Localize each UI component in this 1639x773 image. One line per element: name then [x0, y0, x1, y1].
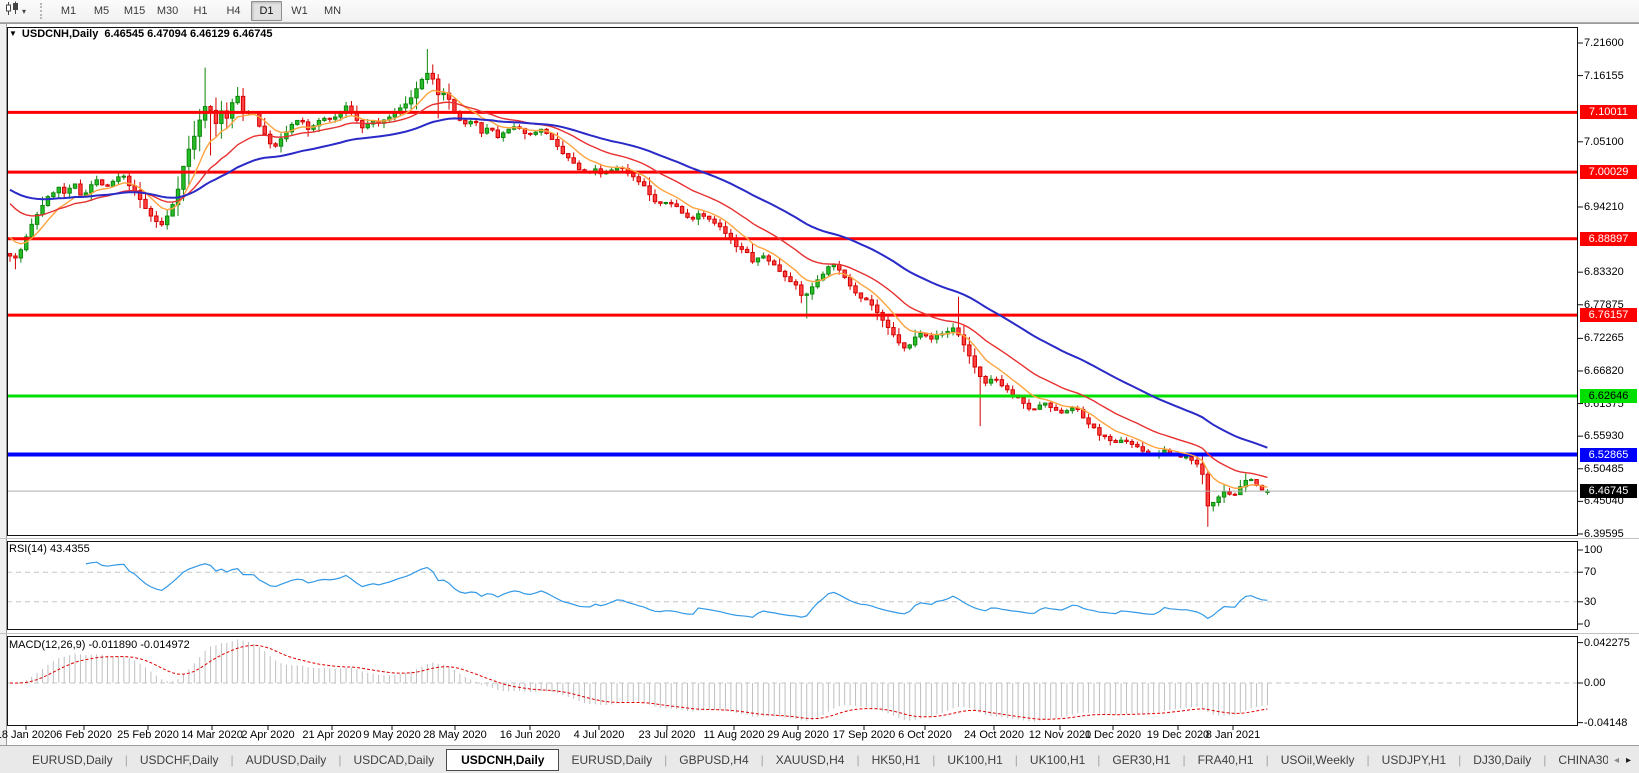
- chart-tab-uk100-h1[interactable]: UK100,H1: [1018, 749, 1097, 771]
- chart-type-button[interactable]: ▾: [3, 0, 28, 22]
- timeframe-button-mn[interactable]: MN: [317, 1, 348, 21]
- chart-tab-gbpusd-h4[interactable]: GBPUSD,H4: [667, 749, 760, 771]
- price-axis-tick: 6.72265: [1584, 332, 1624, 344]
- chart-tab-eurusd-daily[interactable]: EURUSD,Daily: [559, 749, 664, 771]
- timeframe-toolbar: ▾ M1M5M15M30H1H4D1W1MN: [0, 0, 1639, 23]
- rsi-axis-tick: 0: [1584, 618, 1590, 630]
- rsi-indicator-label: RSI(14) 43.4355: [9, 543, 90, 555]
- toolbar-grip[interactable]: [40, 3, 42, 19]
- price-axis-tick: 6.83320: [1584, 266, 1624, 278]
- chart-tab-usoil-weekly[interactable]: USOil,Weekly: [1269, 749, 1367, 771]
- rsi-axis-tick: 100: [1584, 544, 1602, 556]
- chart-tab-audusd-daily[interactable]: AUDUSD,Daily: [234, 749, 339, 771]
- timeframe-button-w1[interactable]: W1: [284, 1, 315, 21]
- tab-scroll-right-icon[interactable]: ▸: [1626, 755, 1631, 766]
- price-axis-tick: 7.05100: [1584, 136, 1624, 148]
- macd-indicator-label: MACD(12,26,9) -0.011890 -0.014972: [9, 639, 190, 651]
- tab-scroll-left-icon[interactable]: ◂: [1614, 755, 1619, 766]
- rsi-axis-tick: 30: [1584, 596, 1596, 608]
- chart-tab-hk50-h1[interactable]: HK50,H1: [860, 749, 933, 771]
- chart-tab-usdcnh-daily[interactable]: USDCNH,Daily: [446, 749, 559, 771]
- date-axis-label: 8 Jan 2021: [1183, 729, 1283, 741]
- price-axis-tick: 7.21600: [1584, 37, 1624, 49]
- chart-tab-fra40-h1[interactable]: FRA40,H1: [1186, 749, 1266, 771]
- macd-axis-tick: 0.00: [1584, 677, 1605, 689]
- price-axis-tick: 6.55930: [1584, 430, 1624, 442]
- chart-tab-xauusd-h4[interactable]: XAUUSD,H4: [764, 749, 857, 771]
- timeframe-button-m15[interactable]: M15: [119, 1, 150, 21]
- price-line-badge-7.10011: 7.10011: [1580, 105, 1637, 119]
- price-line-badge-6.62646: 6.62646: [1580, 389, 1637, 403]
- candlestick-chart-icon: [5, 1, 20, 21]
- panel-splitter-main-rsi[interactable]: [0, 536, 1639, 541]
- chart-title: ▼ USDCNH,Daily 6.46545 6.47094 6.46129 6.4…: [9, 28, 273, 40]
- chevron-down-icon: ▾: [22, 7, 26, 16]
- macd-axis-tick: 0.042275: [1584, 637, 1630, 649]
- chart-tabs-bar: EURUSD,Daily|USDCHF,Daily|AUDUSD,Daily|U…: [0, 745, 1639, 773]
- macd-axis-tick: -0.04148: [1584, 717, 1627, 729]
- chart-tab-eurusd-daily[interactable]: EURUSD,Daily: [20, 749, 125, 771]
- timeframe-button-d1[interactable]: D1: [251, 1, 282, 21]
- chart-ohlc-values: 6.46545 6.47094 6.46129 6.46745: [104, 28, 272, 40]
- timeframe-button-m30[interactable]: M30: [152, 1, 183, 21]
- tab-navigation: ◂ ▸: [1608, 747, 1637, 773]
- price-axis-tick: 6.94210: [1584, 201, 1624, 213]
- chart-tab-usdjpy-h1[interactable]: USDJPY,H1: [1370, 749, 1458, 771]
- timeframe-button-h4[interactable]: H4: [218, 1, 249, 21]
- timeframe-button-m1[interactable]: M1: [53, 1, 84, 21]
- timeframe-buttons: M1M5M15M30H1H4D1W1MN: [52, 1, 349, 21]
- chart-tab-uk100-h1[interactable]: UK100,H1: [935, 749, 1014, 771]
- price-line-badge-6.88897: 6.88897: [1580, 232, 1637, 246]
- timeframe-button-m5[interactable]: M5: [86, 1, 117, 21]
- price-line-badge-6.52865: 6.52865: [1580, 448, 1637, 462]
- price-axis-tick: 7.16155: [1584, 70, 1624, 82]
- panel-splitter-rsi-macd[interactable]: [0, 630, 1639, 635]
- price-axis-tick: 6.50485: [1584, 463, 1624, 475]
- chart-tab-usdchf-daily[interactable]: USDCHF,Daily: [128, 749, 231, 771]
- price-axis-tick: 6.66820: [1584, 365, 1624, 377]
- current-price-badge: 6.46745: [1580, 484, 1637, 498]
- collapse-triangle-icon[interactable]: ▼: [9, 29, 17, 38]
- chart-window: ▼ USDCNH,Daily 6.46545 6.47094 6.46129 6.4…: [0, 23, 1639, 745]
- chart-symbol-label: USDCNH,Daily: [22, 28, 98, 40]
- price-line-badge-6.76157: 6.76157: [1580, 308, 1637, 322]
- chart-canvas[interactable]: [0, 23, 1639, 745]
- chart-tab-ger30-h1[interactable]: GER30,H1: [1100, 749, 1182, 771]
- price-line-badge-7.00029: 7.00029: [1580, 165, 1637, 179]
- rsi-axis-tick: 70: [1584, 566, 1596, 578]
- chart-tab-usdcad-daily[interactable]: USDCAD,Daily: [341, 749, 446, 771]
- chart-tab-dj30-daily[interactable]: DJ30,Daily: [1461, 749, 1543, 771]
- timeframe-button-h1[interactable]: H1: [185, 1, 216, 21]
